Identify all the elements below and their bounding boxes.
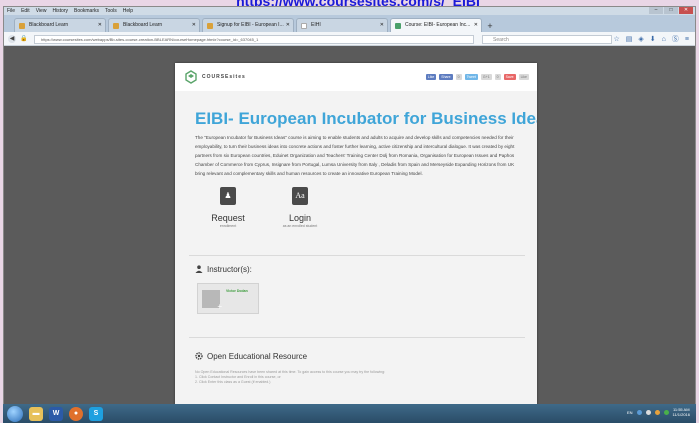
tab-label: EIHI [311,22,321,28]
course-card: COURSEsites Like Share 0 Tweet G+1 0 Sav… [175,63,537,417]
tab-course-eibi[interactable]: Course: EIBI- European Inc... ✕ [390,18,482,32]
blackboard-favicon-icon [19,23,25,29]
firefox-icon[interactable]: ● [69,406,83,421]
action-title: Login [288,213,312,223]
login-icon: Aa [292,187,308,205]
tab-label: Blackboard Learn [29,22,69,28]
close-tab-icon[interactable]: ✕ [380,19,384,32]
instructor-card[interactable]: Victor Dodan [197,283,259,314]
antivirus-icon[interactable] [654,409,660,415]
close-tab-icon[interactable]: ✕ [98,19,102,32]
taskbar: ▬ W ● S EN 11:55 AM 11/1/2016 [3,404,696,423]
oer-message: No Open Educational Resources have been … [195,370,386,384]
url-bar[interactable]: https://www.coursesites.com/webapps/Bb-s… [34,35,474,44]
skype-icon[interactable]: S [89,406,103,421]
word-icon[interactable]: W [49,406,63,421]
new-tab-button[interactable]: + [484,20,496,32]
menu-bookmarks[interactable]: Bookmarks [74,7,99,15]
card-header: COURSEsites Like Share 0 Tweet G+1 0 Sav… [175,63,537,91]
language-indicator[interactable]: EN [627,410,633,415]
divider [189,337,525,338]
tab-blackboard-2[interactable]: Blackboard Learn ✕ [108,18,200,32]
toolbar-icons: ☆ ▤ ◈ ⬇ ⌂ Ⓢ ≡ [614,35,690,44]
pinterest-save-button[interactable]: Save [503,74,516,80]
tab-label: Course: EIBI- European Inc... [405,22,471,28]
instructors-label: Instructor(s): [207,265,252,274]
action-subtitle: enrollment [219,224,237,228]
page-favicon-icon [301,23,307,29]
menu-file[interactable]: File [7,7,15,15]
tab-blackboard-1[interactable]: Blackboard Learn ✕ [14,18,106,32]
maximize-icon[interactable]: □ [664,7,678,14]
page-viewport: COURSEsites Like Share 0 Tweet G+1 0 Sav… [4,47,695,417]
navigation-bar: ◀ 🔒 https://www.coursesites.com/webapps/… [4,32,695,46]
course-description: The "European Incubator for Business Ide… [195,135,515,176]
action-title: Request [211,213,245,223]
update-icon[interactable] [663,409,669,415]
system-tray: EN 11:55 AM 11/1/2016 [627,407,690,417]
logo-text: COURSEsites [202,74,246,80]
coursesites-favicon-icon [395,23,401,29]
tab-signup[interactable]: Signup for EIBI - European I... ✕ [202,18,294,32]
course-title: EIBI- European Incubator for Business Id… [195,109,537,128]
start-button[interactable] [7,405,23,422]
close-window-icon[interactable]: ✕ [679,7,693,14]
close-tab-icon[interactable]: ✕ [474,19,478,32]
blackboard-favicon-icon [113,23,119,29]
menu-tools[interactable]: Tools [105,7,117,15]
instructor-name[interactable]: Victor Dodan [226,289,248,293]
back-icon[interactable]: ◀ [8,35,16,43]
minimize-icon[interactable]: – [649,7,663,14]
google-plus-button[interactable]: G+1 [480,74,492,80]
facebook-share-button[interactable]: Share [439,74,453,80]
oer-heading: Open Educational Resource [195,352,307,361]
coursesites-logo-icon [185,70,197,84]
home-icon[interactable]: ⌂ [662,35,666,44]
like-button[interactable]: Like [518,74,529,80]
request-icon: ♟ [220,187,236,205]
person-icon [195,265,203,273]
identity-lock-icon[interactable]: 🔒 [20,35,28,43]
tab-label: Blackboard Learn [123,22,163,28]
browser-window: File Edit View History Bookmarks Tools H… [3,6,696,418]
volume-icon[interactable] [645,409,651,415]
avatar [202,290,222,311]
plus-count: 0 [494,74,501,80]
close-tab-icon[interactable]: ✕ [192,19,196,32]
menu-edit[interactable]: Edit [21,7,30,15]
gear-icon [195,352,203,360]
download-icon[interactable]: ⬇ [650,35,656,44]
search-input[interactable]: Search [482,35,612,44]
tab-label: Signup for EIBI - European I... [217,22,284,28]
file-explorer-icon[interactable]: ▬ [29,406,43,421]
login-button[interactable]: Aa Login as an enrolled student [265,187,335,228]
menu-history[interactable]: History [52,7,68,15]
menu-help[interactable]: Help [123,7,133,15]
share-buttons: Like Share 0 Tweet G+1 0 Save Like [425,74,529,80]
coursesites-favicon-icon [207,23,213,29]
share-count: 0 [455,74,462,80]
clock[interactable]: 11:55 AM 11/1/2016 [673,407,691,417]
window-controls: – □ ✕ [649,7,693,14]
action-subtitle: as an enrolled student [282,224,318,228]
tab-eihi[interactable]: EIHI ✕ [296,18,388,32]
oer-label: Open Educational Resource [207,352,308,361]
tab-bar: Blackboard Learn ✕ Blackboard Learn ✕ Si… [4,15,695,32]
request-enrollment-button[interactable]: ♟ Request enrollment [193,187,263,228]
menu-view[interactable]: View [36,7,47,15]
network-icon[interactable] [636,409,642,415]
close-tab-icon[interactable]: ✕ [286,19,290,32]
pocket-icon[interactable]: ◈ [638,35,643,44]
skype-icon[interactable]: Ⓢ [672,35,679,44]
menu-bar: File Edit View History Bookmarks Tools H… [4,7,695,15]
divider [189,255,525,256]
menu-hamburger-icon[interactable]: ≡ [685,35,689,44]
tweet-button[interactable]: Tweet [464,74,478,80]
instructors-heading: Instructor(s): [195,265,252,274]
clock-date: 11/1/2016 [672,412,691,417]
bookmark-star-icon[interactable]: ☆ [614,35,620,44]
facebook-like-button[interactable]: Like [425,74,437,80]
reading-list-icon[interactable]: ▤ [626,35,633,44]
